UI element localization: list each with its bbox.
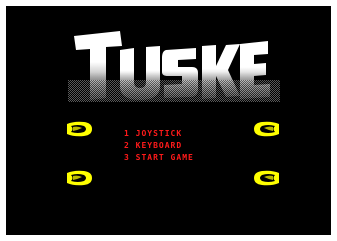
menu-label: KEYBOARD (135, 141, 183, 150)
menu-key: 2 (124, 141, 130, 150)
tusk-icon (252, 120, 282, 138)
menu-item-joystick[interactable]: 1 JOYSTICK (124, 128, 244, 140)
menu-item-keyboard[interactable]: 2 KEYBOARD (124, 140, 244, 152)
menu-label: JOYSTICK (135, 129, 183, 138)
tusk-icon (64, 169, 94, 187)
tusker-logo (68, 28, 280, 108)
menu-key: 1 (124, 129, 130, 138)
menu-item-start-game[interactable]: 3 START GAME (124, 152, 244, 164)
main-menu: 1 JOYSTICK 2 KEYBOARD 3 START GAME (124, 128, 244, 164)
menu-key: 3 (124, 153, 130, 162)
game-screen: 1 JOYSTICK 2 KEYBOARD 3 START GAME (6, 6, 331, 235)
tusk-icon (64, 120, 94, 138)
tusk-icon (252, 169, 282, 187)
menu-label: START GAME (135, 153, 194, 162)
